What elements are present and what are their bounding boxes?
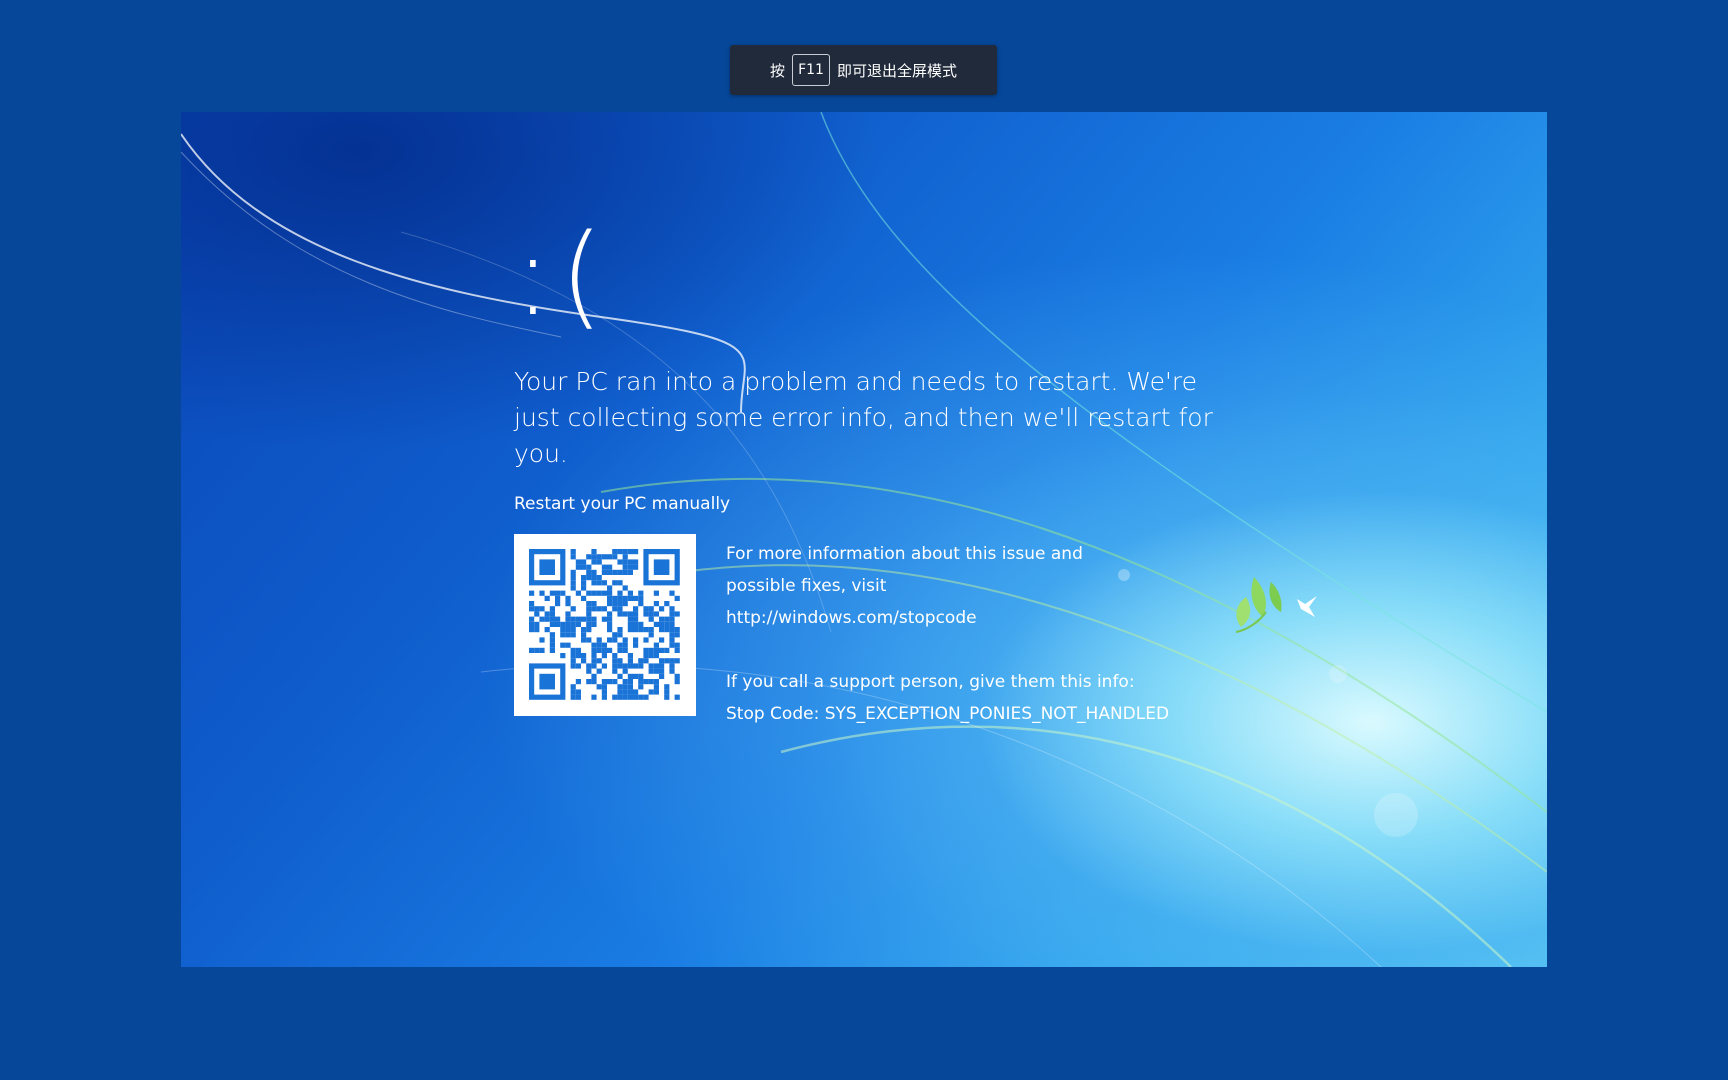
info-row: For more information about this issue an…	[514, 534, 1214, 730]
bsod-content: :( Your PC ran into a problem and needs …	[514, 220, 1214, 730]
f11-key-badge: F11	[792, 54, 830, 86]
fullscreen-exit-hint: 按 F11 即可退出全屏模式	[730, 45, 997, 95]
qr-code-icon	[514, 534, 696, 716]
sad-face-emoticon: :(	[514, 211, 612, 341]
details-block: For more information about this issue an…	[726, 538, 1169, 730]
more-info-line-1: For more information about this issue an…	[726, 544, 1083, 564]
stopcode-url-link[interactable]: http://windows.com/stopcode	[726, 602, 1169, 634]
support-info-line: If you call a support person, give them …	[726, 672, 1135, 692]
bsod-screen: :( Your PC ran into a problem and needs …	[181, 112, 1547, 967]
restart-manually-text: Restart your PC manually	[514, 494, 731, 514]
hint-suffix: 即可退出全屏模式	[836, 61, 957, 80]
bird-icon	[1235, 577, 1317, 633]
hint-prefix: 按	[770, 61, 786, 80]
qr-code-graphic	[529, 549, 680, 700]
fullscreen-viewer: 按 F11 即可退出全屏模式 :( Your PC ran into a pro…	[0, 0, 1728, 1080]
stop-code-text: Stop Code: SYS_EXCEPTION_PONIES_NOT_HAND…	[726, 704, 1170, 724]
more-info-line-2: possible fixes, visit	[726, 576, 887, 596]
error-headline: Your PC ran into a problem and needs to …	[514, 367, 1213, 468]
